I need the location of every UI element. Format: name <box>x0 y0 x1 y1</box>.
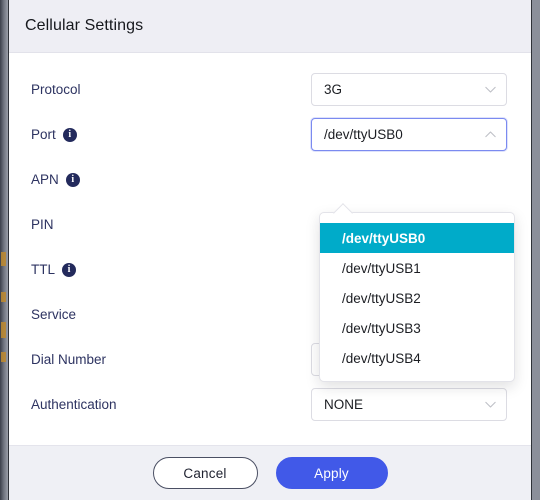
field-label-text: Protocol <box>31 82 81 97</box>
dropdown-option[interactable]: /dev/ttyUSB0 <box>320 223 514 253</box>
select-protocol[interactable]: 3G <box>311 73 507 106</box>
field-label-text: Port <box>31 127 56 142</box>
info-icon[interactable]: i <box>62 262 77 277</box>
backdrop-mark <box>1 252 6 266</box>
field-label: Service <box>31 307 311 322</box>
field-label-text: APN <box>31 172 59 187</box>
field-value: NONE <box>324 396 364 412</box>
field-label: APN i <box>31 172 311 187</box>
dropdown-option[interactable]: /dev/ttyUSB3 <box>320 313 514 343</box>
info-icon[interactable]: i <box>62 127 77 142</box>
field-value: 3G <box>324 81 343 97</box>
field-value: /dev/ttyUSB0 <box>324 126 403 142</box>
field-label: TTL i <box>31 262 311 277</box>
form-row: APN i <box>9 157 531 202</box>
chevron-up-icon[interactable] <box>485 129 496 140</box>
field-label-text: Authentication <box>31 397 117 412</box>
field-label-text: Service <box>31 307 77 322</box>
info-icon[interactable]: i <box>65 172 80 187</box>
field-label: PIN <box>31 217 311 232</box>
dialog-footer: Cancel Apply <box>9 445 531 500</box>
backdrop-mark <box>1 292 6 302</box>
select-port[interactable]: /dev/ttyUSB0 <box>311 118 507 151</box>
select-authentication[interactable]: NONE <box>311 388 507 421</box>
chevron-down-icon[interactable] <box>485 399 496 410</box>
cellular-settings-dialog: Cellular Settings Protocol 3G Port i/dev/tt… <box>8 0 532 500</box>
dialog-titlebar: Cellular Settings <box>9 0 531 53</box>
field-label: Authentication <box>31 397 311 412</box>
apply-button[interactable]: Apply <box>275 457 388 489</box>
form-row: Authentication NONE <box>9 382 531 427</box>
field-label-text: PIN <box>31 217 54 232</box>
field-label-text: TTL <box>31 262 56 277</box>
chevron-down-icon[interactable] <box>485 84 496 95</box>
dropdown-option[interactable]: /dev/ttyUSB1 <box>320 253 514 283</box>
field-label-text: Dial Number <box>31 352 107 367</box>
field-label: Protocol <box>31 82 311 97</box>
dialog-body: Protocol 3G Port i/dev/ttyUSB0 APN i PIN TTL i Se… <box>9 53 531 445</box>
form-row: Protocol 3G <box>9 67 531 112</box>
form-row: Port i/dev/ttyUSB0 <box>9 112 531 157</box>
dialog-title: Cellular Settings <box>25 17 144 34</box>
port-dropdown-menu[interactable]: /dev/ttyUSB0/dev/ttyUSB1/dev/ttyUSB2/dev… <box>319 212 515 382</box>
field-label: Dial Number <box>31 352 311 367</box>
dropdown-option[interactable]: /dev/ttyUSB2 <box>320 283 514 313</box>
cancel-button[interactable]: Cancel <box>152 457 258 489</box>
backdrop-mark <box>1 352 6 362</box>
page-backdrop-sliver <box>0 0 8 500</box>
backdrop-mark <box>1 322 6 338</box>
dropdown-option[interactable]: /dev/ttyUSB4 <box>320 343 514 373</box>
field-label: Port i <box>31 127 311 142</box>
